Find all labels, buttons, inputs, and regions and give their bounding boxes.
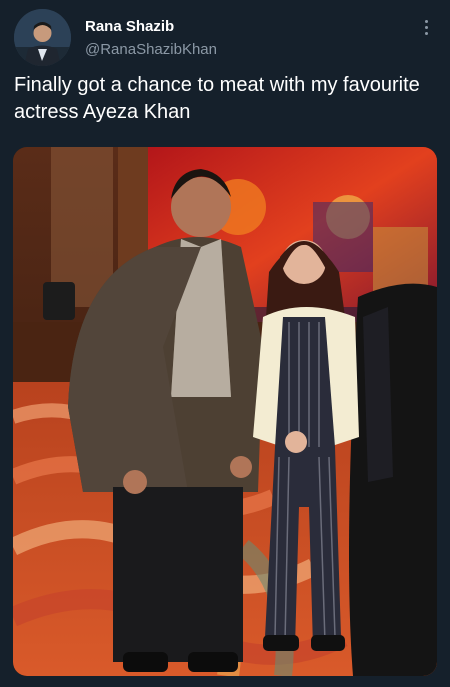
display-name[interactable]: Rana Shazib [85,18,174,35]
tweet-text: Finally got a chance to meat with my fav… [14,74,420,123]
user-handle[interactable]: @RanaShazibKhan [85,41,217,58]
tweet[interactable]: Rana Shazib @RanaShazibKhan Finally got … [0,0,450,687]
more-options-icon[interactable] [416,16,436,38]
avatar[interactable] [14,9,71,66]
tweet-photo[interactable] [13,147,437,676]
